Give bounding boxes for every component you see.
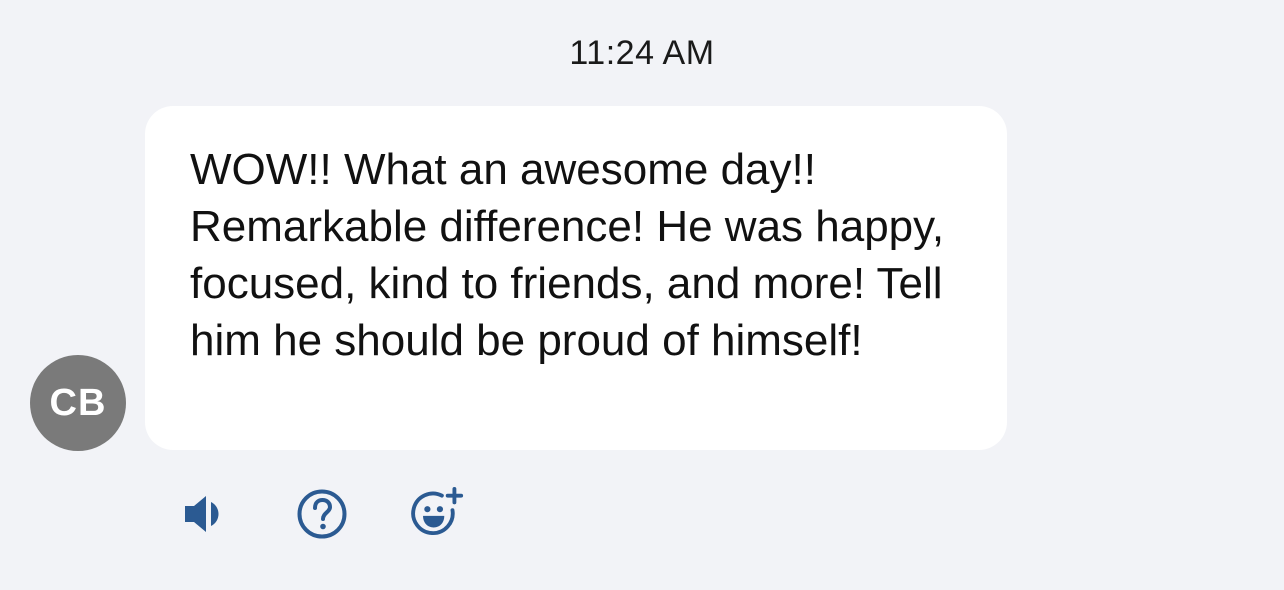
add-reaction-icon (411, 486, 464, 535)
speaker-button[interactable] (178, 486, 234, 542)
message-actions (178, 486, 466, 542)
message-bubble[interactable]: WOW!! What an awesome day!! Remarkable d… (145, 106, 1007, 450)
avatar[interactable]: CB (30, 355, 126, 451)
help-button[interactable] (294, 486, 350, 542)
speaker-icon (185, 496, 219, 532)
question-icon (297, 489, 347, 539)
add-reaction-button[interactable] (410, 486, 466, 542)
message-text: WOW!! What an awesome day!! Remarkable d… (190, 145, 945, 365)
message-timestamp: 11:24 AM (569, 34, 715, 72)
